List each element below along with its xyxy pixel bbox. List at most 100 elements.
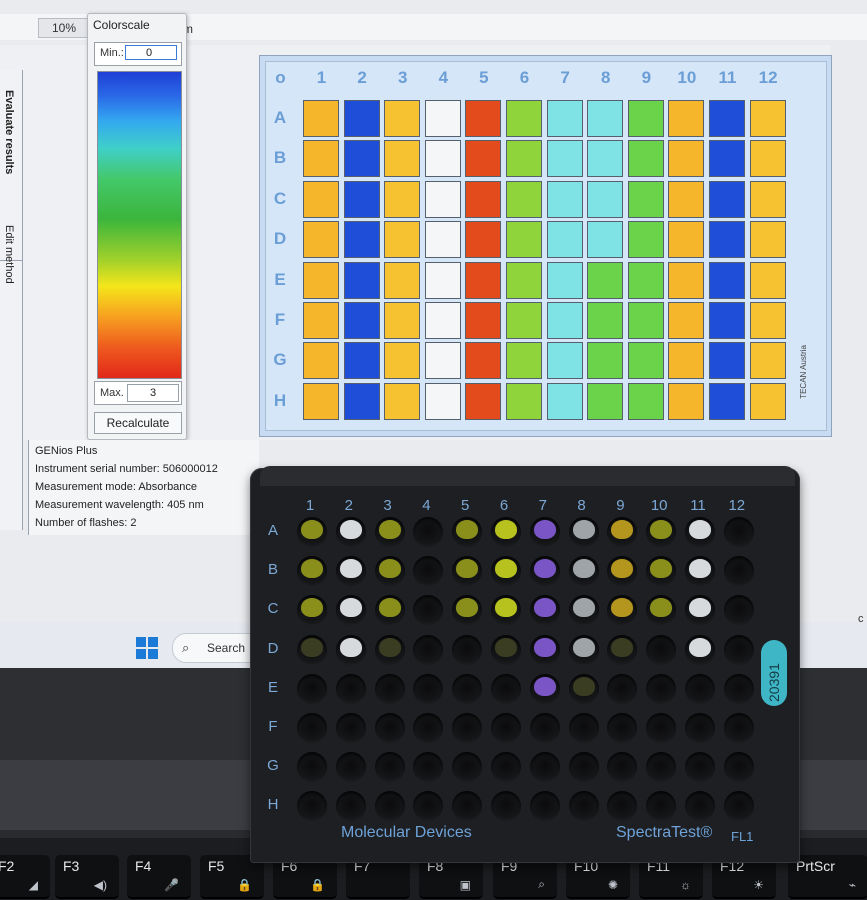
plate-well[interactable]	[587, 100, 624, 137]
plate-well[interactable]	[424, 382, 461, 420]
plate-well[interactable]	[627, 382, 664, 420]
plate-well[interactable]	[303, 302, 339, 339]
plate-well[interactable]	[506, 382, 542, 420]
plate-well[interactable]	[303, 180, 339, 218]
plate-well[interactable]	[303, 261, 339, 299]
plate-well[interactable]	[384, 100, 421, 137]
plate-well[interactable]	[303, 221, 339, 259]
plate-well[interactable]	[546, 261, 583, 299]
plate-well[interactable]	[506, 140, 542, 178]
plate-well[interactable]	[627, 342, 664, 380]
zoom-field[interactable]: 10%	[38, 18, 90, 38]
plate-well[interactable]	[709, 302, 745, 339]
plate-well[interactable]	[343, 221, 380, 259]
windows-start-icon[interactable]	[136, 637, 158, 659]
plate-well[interactable]	[465, 140, 502, 178]
plate-well[interactable]	[668, 261, 705, 299]
plate-well[interactable]	[506, 221, 542, 259]
plate-well[interactable]	[384, 342, 421, 380]
plate-well[interactable]	[303, 342, 339, 380]
plate-well[interactable]	[749, 100, 786, 137]
plate-well[interactable]	[343, 382, 380, 420]
plate-well[interactable]	[668, 342, 705, 380]
plate-well[interactable]	[506, 302, 542, 339]
plate-well[interactable]	[384, 302, 421, 339]
plate-well[interactable]	[424, 140, 461, 178]
plate-well[interactable]	[709, 140, 745, 178]
plate-well[interactable]	[424, 180, 461, 218]
plate-well[interactable]	[749, 140, 786, 178]
plate-well[interactable]	[668, 180, 705, 218]
plate-well[interactable]	[303, 140, 339, 178]
plate-well[interactable]	[627, 140, 664, 178]
plate-well[interactable]	[749, 302, 786, 339]
plate-well[interactable]	[465, 382, 502, 420]
plate-well[interactable]	[343, 140, 380, 178]
plate-well[interactable]	[709, 221, 745, 259]
plate-well[interactable]	[303, 382, 339, 420]
plate-well[interactable]	[424, 342, 461, 380]
plate-well[interactable]	[546, 100, 583, 137]
plate-well[interactable]	[465, 180, 502, 218]
plate-well[interactable]	[627, 221, 664, 259]
plate-well[interactable]	[424, 221, 461, 259]
plate-well[interactable]	[668, 100, 705, 137]
function-key[interactable]: F3 ◀)	[55, 855, 119, 899]
max-input[interactable]: 3	[127, 384, 179, 402]
plate-well[interactable]	[343, 100, 380, 137]
plate-well[interactable]	[709, 180, 745, 218]
plate-well[interactable]	[627, 100, 664, 137]
plate-well[interactable]	[546, 342, 583, 380]
plate-well[interactable]	[709, 261, 745, 299]
plate-well[interactable]	[506, 100, 542, 137]
plate-well[interactable]	[424, 100, 461, 137]
plate-well[interactable]	[384, 180, 421, 218]
plate-well[interactable]	[749, 382, 786, 420]
plate-well[interactable]	[546, 382, 583, 420]
plate-well[interactable]	[709, 382, 745, 420]
plate-well[interactable]	[384, 382, 421, 420]
plate-well[interactable]	[668, 382, 705, 420]
plate-well[interactable]	[343, 180, 380, 218]
plate-well[interactable]	[343, 342, 380, 380]
plate-well[interactable]	[343, 302, 380, 339]
plate-well[interactable]	[506, 180, 542, 218]
plate-well[interactable]	[749, 180, 786, 218]
plate-well[interactable]	[546, 180, 583, 218]
plate-well[interactable]	[506, 342, 542, 380]
plate-well[interactable]	[587, 342, 624, 380]
plate-well[interactable]	[465, 261, 502, 299]
recalculate-button[interactable]: Recalculate	[94, 412, 182, 434]
plate-well[interactable]	[465, 221, 502, 259]
plate-well[interactable]	[709, 100, 745, 137]
tab-evaluate-results[interactable]: Evaluate results	[3, 90, 15, 174]
plate-well[interactable]	[587, 221, 624, 259]
plate-well[interactable]	[627, 261, 664, 299]
plate-well[interactable]	[546, 302, 583, 339]
plate-well[interactable]	[546, 221, 583, 259]
plate-well[interactable]	[668, 221, 705, 259]
plate-well[interactable]	[506, 261, 542, 299]
plate-well[interactable]	[384, 140, 421, 178]
plate-well[interactable]	[343, 261, 380, 299]
plate-well[interactable]	[587, 382, 624, 420]
plate-well[interactable]	[465, 342, 502, 380]
plate-well[interactable]	[627, 180, 664, 218]
plate-well[interactable]	[749, 261, 786, 299]
plate-well[interactable]	[749, 342, 786, 380]
function-key[interactable]: F4 🎤	[127, 855, 191, 899]
plate-well[interactable]	[465, 100, 502, 137]
plate-well[interactable]	[668, 140, 705, 178]
tab-edit-method[interactable]: Edit method	[3, 225, 15, 284]
plate-well[interactable]	[384, 261, 421, 299]
plate-well[interactable]	[546, 140, 583, 178]
plate-well[interactable]	[587, 302, 624, 339]
plate-well[interactable]	[709, 342, 745, 380]
function-key[interactable]: F2 ◢	[0, 855, 50, 899]
plate-well[interactable]	[668, 302, 705, 339]
plate-well[interactable]	[424, 261, 461, 299]
plate-well[interactable]	[384, 221, 421, 259]
plate-well[interactable]	[424, 302, 461, 339]
plate-well[interactable]	[303, 100, 339, 137]
plate-well[interactable]	[749, 221, 786, 259]
